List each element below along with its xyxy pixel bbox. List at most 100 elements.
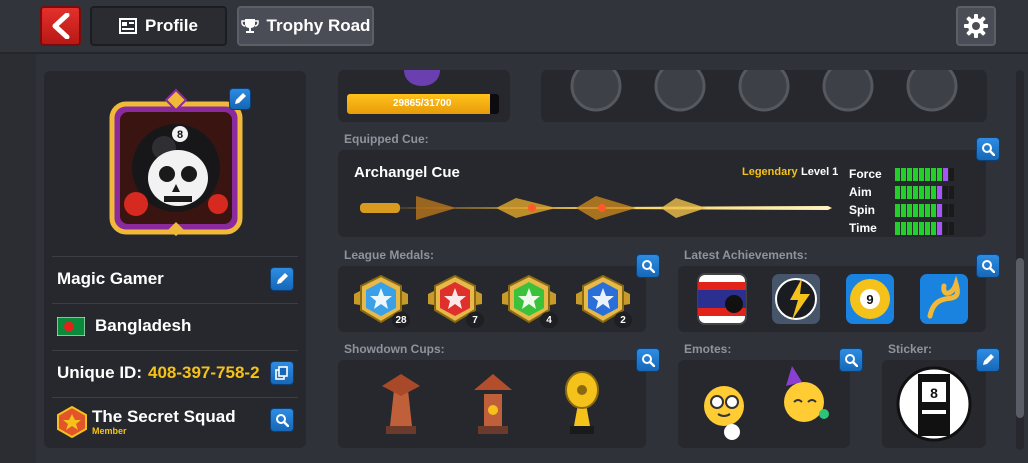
cue-search-button[interactable] [976,137,1000,161]
cue-stat-label: Time [849,221,877,235]
cue-stat-segment [901,186,906,199]
lightning-ball-achievement-icon [772,274,820,324]
cue-stat-segment [925,222,930,235]
copy-id-button[interactable] [270,361,294,385]
cue-stat-segment [901,168,906,181]
country-name: Bangladesh [95,316,192,335]
cue-stat-segment [919,222,924,235]
profile-panel: 8 Magic Gamer Bangladesh Unique ID: 408-… [44,71,306,448]
left-edge [0,54,36,463]
badges-card [541,60,987,122]
sticker-card: 8 [882,360,986,448]
gear-icon [964,14,988,38]
cue-stat-segment [895,186,900,199]
medal-count: 2 [614,312,632,328]
tab-trophy-road[interactable]: Trophy Road [237,6,374,46]
settings-button[interactable] [956,6,996,46]
sticker-label: Sticker: [888,342,933,356]
scrollbar-thumb[interactable] [1016,258,1024,418]
achievements-search-button[interactable] [976,254,1000,278]
cue-stat-segment [925,168,930,181]
tab-label: Trophy Road [266,16,371,35]
trophy-badges [570,60,958,112]
club-role: Member [92,425,127,436]
cue-stat-segment [895,204,900,217]
unique-id-value: 408-397-758-2 [148,363,260,382]
cue-stat-segment [901,222,906,235]
profile-screen: Profile Trophy Road 8 Magic Gamer Bangla… [0,0,1028,463]
cue-stat-segment [949,186,954,199]
xp-text: 29865/31700 [393,98,452,109]
sticker-edit-button[interactable] [976,348,1000,372]
showdown-search-button[interactable] [636,348,660,372]
cue-stat-segment [949,222,954,235]
dragon-achievement-icon [920,274,968,324]
tab-label: Profile [145,16,198,35]
search-icon [642,354,655,367]
club-row: The Secret Squad Member [52,397,298,445]
tab-profile[interactable]: Profile [90,6,227,46]
cue-stat-segment [907,204,912,217]
cue-stat-bar [895,186,954,199]
cue-image [358,196,832,220]
cue-stat-segment [913,168,918,181]
cue-stat-segment [913,186,918,199]
svg-text:9: 9 [866,292,873,307]
equipped-cue-card[interactable]: Archangel Cue Legendary Level 1 Force Aim… [338,150,986,237]
club-emblem-icon [57,405,87,438]
search-icon [642,260,655,273]
edit-avatar-button[interactable] [229,88,251,110]
gold-cup-icon [565,371,599,434]
svg-text:8: 8 [930,385,938,401]
cue-stat-segment [943,204,948,217]
dragon-cup-icon [382,374,420,434]
edit-name-button[interactable] [270,267,294,291]
nine-ball-achievement-icon: 9 [846,274,894,324]
xp-bar: 29865/31700 [347,94,499,114]
cue-stat-segment [901,204,906,217]
emotes-card [678,360,850,448]
cue-stat-bar [895,222,954,235]
medal-count: 4 [540,312,558,328]
cue-stat-segment [937,186,942,199]
cue-stat-segment [913,222,918,235]
search-icon [982,260,995,273]
medal-count: 28 [392,312,410,328]
level-badge-icon [404,70,440,86]
pencil-icon [235,93,246,104]
cue-stat-segment [925,204,930,217]
search-icon [845,354,858,367]
cue-stat-segment [931,186,936,199]
medal-count: 7 [466,312,484,328]
cue-stat-segment [919,168,924,181]
emote-icons [704,366,829,440]
equipped-cue-label: Equipped Cue: [344,132,429,146]
country-row: Bangladesh [52,303,298,348]
emotes-search-button[interactable] [839,348,863,372]
cue-stat-segment [907,222,912,235]
cue-stat-segment [895,168,900,181]
cue-stat-segment [949,168,954,181]
avatar[interactable]: 8 [106,86,246,236]
cue-stat-segment [943,168,948,181]
emotes-label: Emotes: [684,342,732,356]
level-card: 29865/31700 [338,70,510,122]
achievements-card: 9 [678,266,986,332]
cue-stat-segment [943,222,948,235]
cue-stat-bar [895,168,954,181]
league-search-button[interactable] [636,254,660,278]
cue-stat-segment [949,204,954,217]
id-card-icon [119,18,138,34]
club-info: The Secret Squad Member [92,408,236,436]
avatar-skull-ball-icon: 8 [109,88,243,236]
cue-rarity: Legendary [742,166,798,178]
search-icon [982,143,995,156]
cue-level: Level 1 [801,166,839,178]
league-medals-label: League Medals: [344,248,435,262]
pencil-icon [983,354,994,365]
back-button[interactable] [40,6,81,46]
nerd-emoji-icon [704,386,744,440]
search-icon [276,414,289,427]
top-bar: Profile Trophy Road [0,0,1028,54]
view-club-button[interactable] [270,408,294,432]
